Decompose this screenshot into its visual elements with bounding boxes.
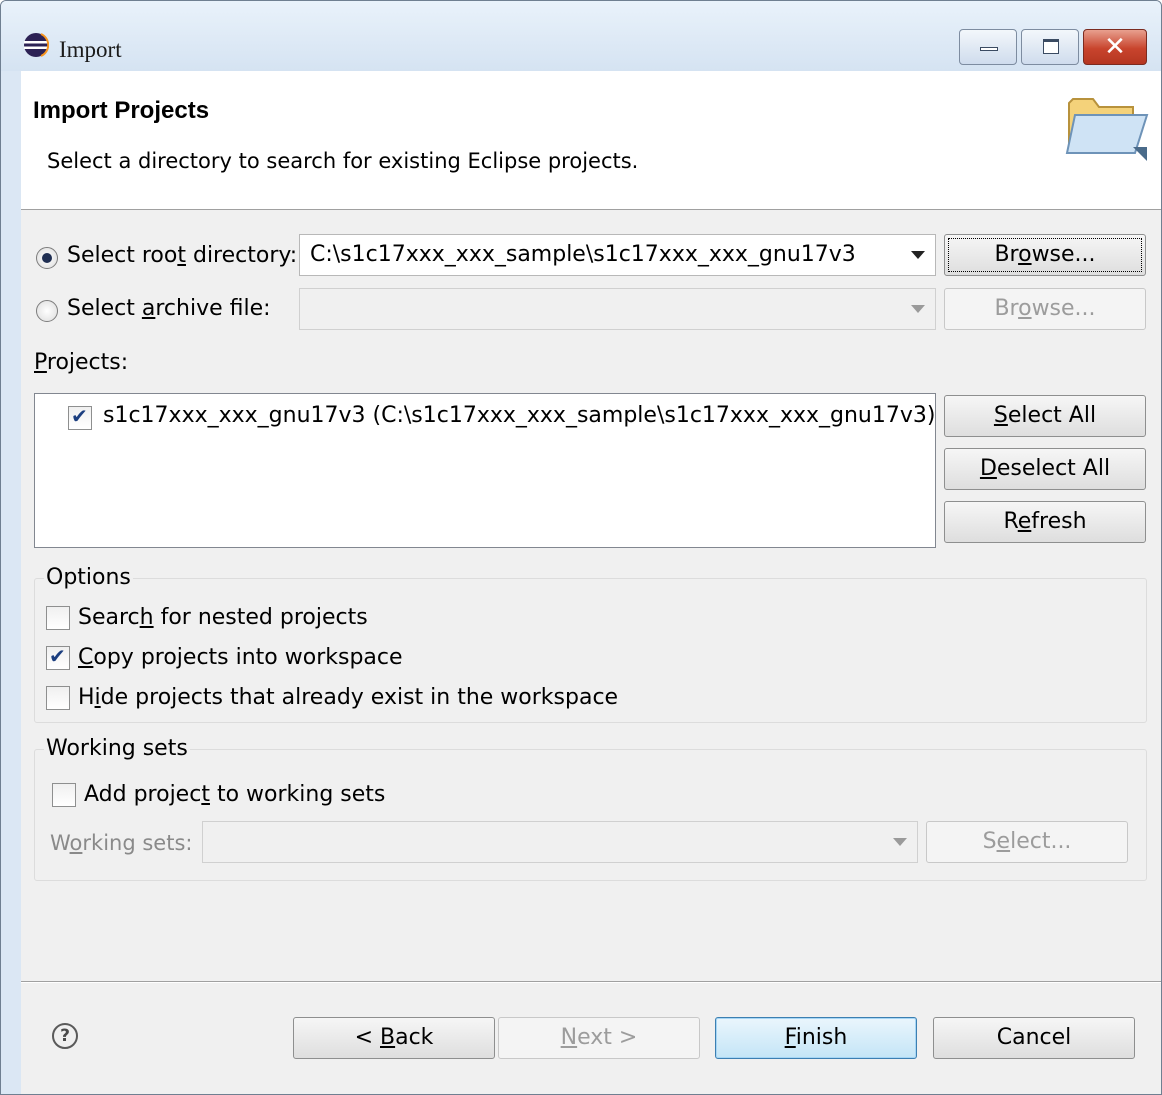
refresh-text-a: R xyxy=(1003,509,1018,534)
chevron-down-icon[interactable] xyxy=(893,838,907,846)
close-button[interactable]: ✕ xyxy=(1083,29,1147,65)
search-nested-label[interactable]: Search for nested projects xyxy=(78,605,368,630)
minimize-button[interactable] xyxy=(959,29,1017,65)
browse-archive-b: wse... xyxy=(1031,296,1096,321)
import-dialog: Import ✕ Import Projects Select a direct… xyxy=(0,0,1162,1095)
chevron-down-icon[interactable] xyxy=(911,251,925,259)
select-working-sets-button[interactable]: Select... xyxy=(926,821,1128,863)
finish-mnemonic: F xyxy=(784,1025,796,1050)
maximize-icon xyxy=(1043,39,1059,54)
root-directory-label-a: Select roo xyxy=(67,243,178,268)
refresh-mnemonic: e xyxy=(1017,509,1032,534)
hide-existing-label[interactable]: Hide projects that already exist in the … xyxy=(78,685,618,710)
search-nested-mnemonic: h xyxy=(139,605,154,630)
eclipse-icon xyxy=(24,33,49,57)
page-title: Import Projects xyxy=(33,97,210,124)
title-bar[interactable]: Import ✕ xyxy=(1,1,1161,71)
root-directory-combo[interactable]: C:\s1c17xxx_xxx_sample\s1c17xxx_xxx_gnu1… xyxy=(299,234,936,276)
window-title: Import xyxy=(59,37,122,62)
browse-archive-mnemonic: o xyxy=(1018,296,1032,321)
maximize-button[interactable] xyxy=(1021,29,1079,65)
working-sets-label: Working sets: xyxy=(50,831,192,855)
select-all-text: elect All xyxy=(1007,403,1097,428)
root-directory-label[interactable]: Select root directory: xyxy=(67,243,297,268)
copy-projects-label[interactable]: Copy projects into workspace xyxy=(78,645,403,670)
browse-root-mnemonic: o xyxy=(1018,242,1032,267)
add-to-working-sets-label[interactable]: Add project to working sets xyxy=(84,782,385,807)
chevron-down-icon[interactable] xyxy=(911,305,925,313)
archive-file-radio[interactable] xyxy=(36,300,58,322)
add-to-sets-a: Add projec xyxy=(84,782,202,807)
page-description: Select a directory to search for existin… xyxy=(47,149,639,173)
copy-projects-mnemonic: C xyxy=(78,645,94,670)
browse-root-button[interactable]: Browse... xyxy=(944,234,1146,276)
back-text-a: < xyxy=(354,1025,380,1050)
refresh-button[interactable]: Refresh xyxy=(944,501,1146,543)
hide-existing-a: H xyxy=(78,685,95,710)
back-mnemonic: B xyxy=(380,1025,396,1050)
search-nested-a: Searc xyxy=(78,605,140,630)
dialog-body: Import Projects Select a directory to se… xyxy=(21,71,1161,1094)
footer-separator xyxy=(21,981,1161,983)
wizard-header: Import Projects Select a directory to se… xyxy=(21,71,1161,210)
root-directory-label-mnemonic: t xyxy=(177,243,186,268)
working-sets-label-a: W xyxy=(50,831,70,855)
archive-file-combo[interactable] xyxy=(299,288,936,330)
projects-list[interactable]: s1c17xxx_xxx_gnu17v3 (C:\s1c17xxx_xxx_sa… xyxy=(34,393,936,548)
working-sets-label-mnemonic: o xyxy=(69,831,83,855)
minimize-icon xyxy=(980,47,998,51)
add-to-working-sets-checkbox[interactable] xyxy=(52,783,76,807)
copy-projects-checkbox[interactable] xyxy=(46,644,70,670)
select-ws-b: lect... xyxy=(1010,829,1072,854)
projects-label-mnemonic: P xyxy=(34,350,47,375)
refresh-text-b: fresh xyxy=(1031,509,1087,534)
back-button[interactable]: < Back xyxy=(293,1017,495,1059)
browse-archive-a: Br xyxy=(994,296,1019,321)
project-checkbox[interactable] xyxy=(68,404,92,430)
browse-root-b: wse... xyxy=(1031,242,1096,267)
select-ws-a: S xyxy=(982,829,997,854)
add-to-sets-mnemonic: t xyxy=(201,782,210,807)
hide-existing-b: de projects that already exist in the wo… xyxy=(100,685,619,710)
root-directory-radio[interactable] xyxy=(36,247,58,269)
browse-root-a: Br xyxy=(994,242,1019,267)
archive-file-label-b: rchive file: xyxy=(155,296,271,321)
root-directory-value: C:\s1c17xxx_xxx_sample\s1c17xxx_xxx_gnu1… xyxy=(310,242,856,267)
folder-open-icon xyxy=(1065,98,1149,161)
next-mnemonic: N xyxy=(560,1025,578,1050)
working-sets-combo[interactable] xyxy=(202,821,918,863)
projects-label: Projects: xyxy=(34,350,128,375)
select-all-mnemonic: S xyxy=(993,403,1008,428)
hide-existing-checkbox[interactable] xyxy=(46,686,70,710)
search-nested-checkbox[interactable] xyxy=(46,606,70,630)
cancel-button[interactable]: Cancel xyxy=(933,1017,1135,1059)
next-button[interactable]: Next > xyxy=(498,1017,700,1059)
finish-text: inish xyxy=(795,1025,848,1050)
archive-file-label-a: Select xyxy=(67,296,142,321)
project-item-label[interactable]: s1c17xxx_xxx_gnu17v3 (C:\s1c17xxx_xxx_sa… xyxy=(103,403,935,428)
browse-archive-button[interactable]: Browse... xyxy=(944,288,1146,330)
search-nested-b: for nested projects xyxy=(153,605,368,630)
help-icon[interactable]: ? xyxy=(52,1023,78,1049)
deselect-all-text: eselect All xyxy=(996,456,1111,481)
projects-label-text: rojects: xyxy=(46,350,129,375)
close-icon: ✕ xyxy=(1104,32,1126,62)
select-ws-mnemonic: e xyxy=(996,829,1011,854)
options-group-title: Options xyxy=(44,565,133,590)
working-sets-group-title: Working sets xyxy=(44,736,190,761)
working-sets-label-b: rking sets: xyxy=(82,831,193,855)
archive-file-label-mnemonic: a xyxy=(141,296,156,321)
archive-file-label[interactable]: Select archive file: xyxy=(67,296,271,321)
deselect-all-mnemonic: D xyxy=(979,456,997,481)
add-to-sets-b: to working sets xyxy=(209,782,386,807)
root-directory-label-b: directory: xyxy=(185,243,298,268)
copy-projects-b: opy projects into workspace xyxy=(93,645,403,670)
next-text: ext > xyxy=(577,1025,638,1050)
deselect-all-button[interactable]: Deselect All xyxy=(944,448,1146,490)
select-all-button[interactable]: Select All xyxy=(944,395,1146,437)
back-text-b: ack xyxy=(395,1025,434,1050)
finish-button[interactable]: Finish xyxy=(715,1017,917,1059)
